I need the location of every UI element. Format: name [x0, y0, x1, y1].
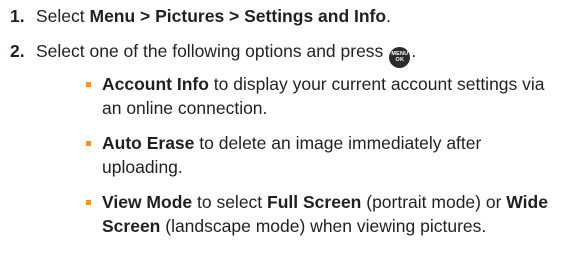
key-label-ok: OK — [395, 57, 405, 63]
step-text: Select one of the following options and … — [36, 41, 384, 61]
instructions-page: { "steps": [ { "number": "1.", "prefix":… — [0, 0, 571, 276]
option-name: View Mode — [102, 192, 193, 212]
option-description: (portrait mode) or — [361, 192, 507, 212]
step-1: 1. Select Menu > Pictures > Settings and … — [10, 4, 391, 28]
step-number: 1. — [10, 6, 25, 26]
square-bullet-icon — [86, 141, 91, 146]
step-period: . — [411, 41, 417, 61]
option-name: Account Info — [102, 74, 209, 94]
menu-path: Menu > Pictures > Settings and Info — [89, 6, 387, 26]
menu-ok-key-icon: MENU OK — [389, 47, 411, 68]
option-full-screen: Full Screen — [267, 192, 362, 212]
square-bullet-icon — [86, 200, 91, 205]
step-period: . — [386, 6, 391, 26]
options-list: Account Info to display your current acc… — [86, 72, 556, 249]
step-number: 2. — [10, 41, 25, 61]
option-description: (landscape mode) when viewing pictures. — [160, 216, 487, 236]
option-view-mode: View Mode to select Full Screen (portrai… — [86, 190, 556, 238]
step-2: 2. Select one of the following options an… — [10, 39, 416, 68]
option-account-info: Account Info to display your current acc… — [86, 72, 556, 120]
step-text: Select — [36, 6, 90, 26]
option-name: Auto Erase — [102, 133, 195, 153]
square-bullet-icon — [86, 82, 91, 87]
option-auto-erase: Auto Erase to delete an image immediatel… — [86, 131, 556, 179]
option-description: to select — [192, 192, 268, 212]
